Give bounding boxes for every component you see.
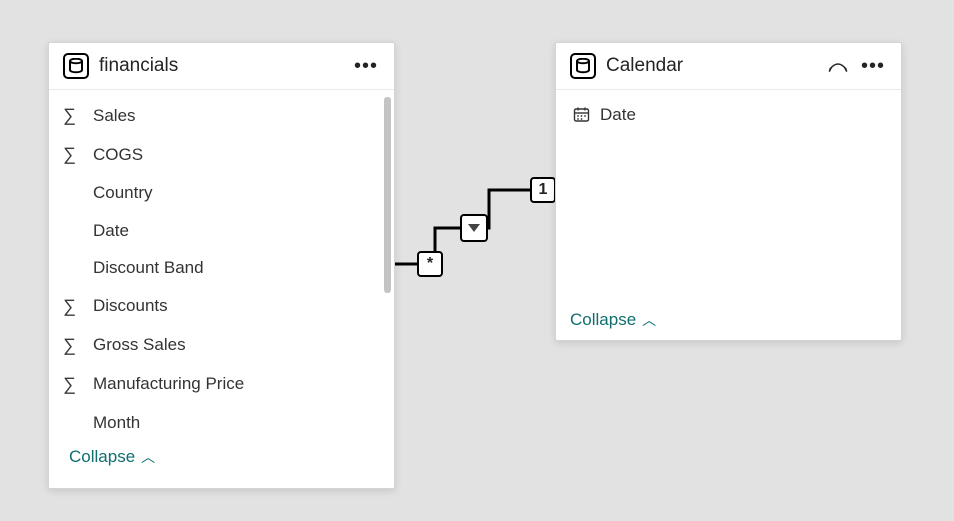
- filter-direction-box[interactable]: [460, 214, 488, 242]
- financials-field-list[interactable]: ∑ Sales ∑ COGS Country Date Discount Ban…: [49, 90, 394, 488]
- table-header: financials •••: [49, 43, 394, 90]
- field-label: Discount Band: [93, 255, 204, 281]
- table-card-calendar[interactable]: Calendar •••: [555, 42, 902, 341]
- field-row-gross-sales[interactable]: ∑ Gross Sales: [49, 326, 394, 365]
- model-canvas[interactable]: * 1 financials ••• ∑ Sales ∑: [0, 0, 954, 521]
- chevron-up-icon: ︿: [141, 447, 155, 467]
- table-icon: [570, 53, 596, 79]
- sigma-icon: ∑: [63, 371, 85, 398]
- table-header: Calendar •••: [556, 43, 901, 90]
- table-title: Calendar: [606, 55, 817, 77]
- field-label: Date: [93, 218, 129, 244]
- sigma-icon: ∑: [63, 293, 85, 320]
- calendar-icon: [570, 106, 592, 123]
- cardinality-one-box[interactable]: 1: [530, 177, 556, 203]
- more-options-button[interactable]: •••: [859, 55, 887, 78]
- table-icon: [63, 53, 89, 79]
- chevron-up-icon: ︿: [642, 310, 656, 330]
- field-row-sales[interactable]: ∑ Sales: [49, 96, 394, 135]
- field-row-date[interactable]: Date: [49, 212, 394, 250]
- field-row-discounts[interactable]: ∑ Discounts: [49, 287, 394, 326]
- cardinality-many-box[interactable]: *: [417, 251, 443, 277]
- field-row-month[interactable]: Month: [49, 404, 394, 442]
- field-label: Gross Sales: [93, 332, 186, 358]
- cardinality-many-label: *: [427, 255, 433, 273]
- field-row-discount-band[interactable]: Discount Band: [49, 249, 394, 287]
- field-row-country[interactable]: Country: [49, 174, 394, 212]
- calendar-field-list[interactable]: Date: [556, 90, 901, 304]
- scrollbar[interactable]: [384, 97, 391, 293]
- collapse-label: Collapse: [69, 447, 135, 467]
- collapse-button[interactable]: Collapse ︿: [556, 304, 901, 340]
- field-label: Sales: [93, 103, 136, 129]
- sigma-icon: ∑: [63, 141, 85, 168]
- table-card-financials[interactable]: financials ••• ∑ Sales ∑ COGS Country Da…: [48, 42, 395, 489]
- table-title: financials: [99, 55, 342, 77]
- more-options-button[interactable]: •••: [352, 55, 380, 78]
- field-label: Date: [600, 102, 636, 128]
- chevron-down-icon: [467, 221, 481, 235]
- field-row-calendar-date[interactable]: Date: [556, 96, 901, 134]
- sigma-icon: ∑: [63, 102, 85, 129]
- hidden-eye-icon[interactable]: [827, 55, 849, 77]
- field-label: Month: [93, 410, 140, 436]
- field-label: Discounts: [93, 293, 168, 319]
- field-label: COGS: [93, 142, 143, 168]
- sigma-icon: ∑: [63, 332, 85, 359]
- field-row-manufacturing-price[interactable]: ∑ Manufacturing Price: [49, 365, 394, 404]
- field-row-cogs[interactable]: ∑ COGS: [49, 135, 394, 174]
- field-label: Country: [93, 180, 153, 206]
- collapse-button[interactable]: Collapse ︿: [49, 441, 394, 477]
- collapse-label: Collapse: [570, 310, 636, 330]
- field-label: Manufacturing Price: [93, 371, 244, 397]
- cardinality-one-label: 1: [539, 181, 548, 199]
